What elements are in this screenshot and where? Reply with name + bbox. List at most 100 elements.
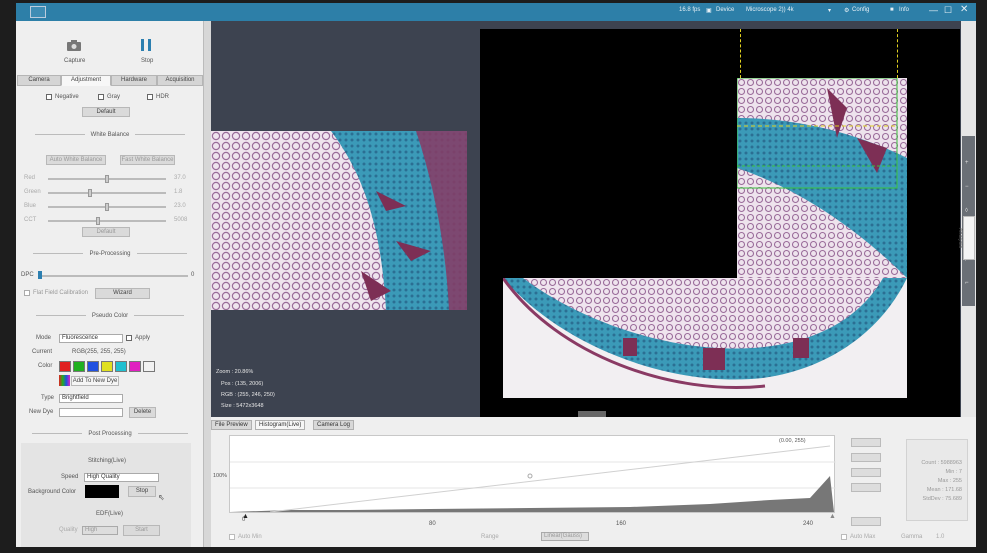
wb-slider-value: 5008 (174, 217, 188, 223)
rgb-readout: RGB : (255, 246, 250) (221, 392, 275, 398)
info-icon[interactable]: ■ (890, 7, 894, 13)
wb-slider-label: Green (24, 189, 41, 195)
range-select[interactable]: Linear(Gauss) (541, 532, 589, 541)
wb-slider-value: 1.8 (174, 189, 183, 195)
type-select[interactable]: Brightfield (59, 394, 123, 403)
fit-icon[interactable]: ◊ (965, 208, 968, 214)
stitch-guide-right (897, 29, 898, 78)
crop-icon[interactable]: ⌐ (965, 280, 969, 286)
tick-80: 80 (429, 521, 436, 527)
tab-file-preview[interactable]: File Preview (211, 420, 252, 430)
color-swatch[interactable] (143, 361, 155, 372)
zoom-readout: Zoom : 20.86% (216, 369, 254, 375)
info-button[interactable]: Info (899, 7, 909, 13)
add-to-new-dye-button[interactable]: Add To New Dye (71, 376, 119, 386)
edf-start-button[interactable]: Start (123, 525, 160, 536)
wb-slider-track[interactable] (48, 220, 166, 222)
pseudo-color-title: Pseudo Color (16, 313, 204, 319)
speed-select[interactable]: High Quality (84, 473, 159, 482)
color-swatch[interactable] (59, 361, 71, 372)
background-color-swatch[interactable] (85, 485, 119, 498)
stitched-tile-lower (503, 278, 907, 398)
negative-checkbox[interactable] (46, 94, 52, 100)
auto-min-checkbox[interactable] (229, 534, 235, 540)
histogram-button-1[interactable] (851, 438, 881, 447)
analysis-strip: + − ◊ ↻ ⊢ ⌐ Analysis (957, 21, 976, 417)
histogram-button-3[interactable] (851, 468, 881, 477)
wizard-button[interactable]: Wizard (95, 288, 150, 299)
stitching-viewer[interactable] (480, 21, 961, 419)
wb-slider-track[interactable] (48, 192, 166, 194)
white-balance-title: White Balance (16, 132, 204, 138)
app-logo-icon (30, 6, 46, 18)
stat-line: Count : 5988963 (921, 460, 962, 466)
tab-hardware[interactable]: Hardware (111, 75, 157, 86)
analysis-tab[interactable]: Analysis (957, 216, 975, 260)
auto-white-balance-button[interactable]: Auto White Balance (46, 155, 106, 165)
minimize-icon[interactable]: — (929, 5, 938, 15)
dpc-slider-handle[interactable] (38, 271, 42, 279)
wb-slider-label: CCT (24, 217, 37, 223)
device-name[interactable]: Microscope 2)) 4k (746, 7, 794, 13)
flat-field-label: Flat Field Calibration (33, 290, 89, 296)
mode-value: Fluorescence (62, 335, 99, 341)
color-swatch[interactable] (101, 361, 113, 372)
tab-histogram[interactable]: Histogram(Live) (255, 420, 306, 430)
tab-adjustment[interactable]: Adjustment (61, 75, 111, 86)
default-button[interactable]: Default (82, 107, 130, 117)
new-dye-select[interactable] (59, 408, 123, 417)
dpc-slider[interactable] (38, 275, 188, 277)
gray-checkbox[interactable] (98, 94, 104, 100)
histogram-button-2[interactable] (851, 453, 881, 462)
preview-viewer[interactable]: Zoom : 20.86% Pos : (135, 2006) RGB : (2… (211, 21, 483, 417)
maximize-icon[interactable]: ☐ (944, 5, 952, 16)
device-icon[interactable]: ▣ (706, 7, 712, 14)
stop-label: Stop (141, 58, 154, 64)
auto-max-checkbox[interactable] (841, 534, 847, 540)
auto-max-label: Auto Max (850, 534, 876, 540)
quality-select[interactable]: High (82, 526, 118, 535)
stat-line: StdDev : 75.689 (922, 496, 962, 502)
config-button[interactable]: Config (852, 7, 869, 13)
wb-slider-handle[interactable] (95, 217, 100, 225)
zoom-in-icon[interactable]: + (965, 160, 969, 166)
color-swatch[interactable] (73, 361, 85, 372)
min-marker-icon[interactable]: ▲ (242, 513, 249, 520)
flat-field-checkbox[interactable] (24, 290, 30, 296)
wb-default-button[interactable]: Default (82, 227, 130, 237)
dpc-label: DPC (21, 272, 34, 278)
wb-slider-handle[interactable] (105, 175, 109, 183)
histogram-plot[interactable]: (0.00, 255) (229, 435, 836, 513)
analysis-label: Analysis (957, 227, 964, 249)
mode-select[interactable]: Fluorescence (59, 334, 123, 343)
tab-camera[interactable]: Camera (17, 75, 61, 86)
histogram-button-4[interactable] (851, 483, 881, 492)
panel-scrollbar[interactable] (204, 21, 211, 547)
close-icon[interactable]: ✕ (960, 4, 968, 15)
color-swatch[interactable] (115, 361, 127, 372)
delete-button[interactable]: Delete (129, 407, 156, 418)
capture-button[interactable]: Capture (61, 37, 87, 67)
histogram-button-5[interactable] (851, 517, 881, 526)
range-label: Range (481, 534, 499, 540)
device-dropdown-icon[interactable]: ▾ (828, 7, 831, 14)
hdr-label: HDR (156, 94, 169, 100)
stop-button[interactable]: Stop (134, 37, 158, 67)
fast-white-balance-button[interactable]: Fast White Balance (120, 155, 175, 165)
range-value: Linear(Gauss) (544, 533, 583, 539)
zoom-out-icon[interactable]: − (965, 184, 969, 190)
wb-slider-handle[interactable] (87, 189, 92, 197)
wb-slider-handle[interactable] (105, 203, 109, 211)
config-icon[interactable]: ⚙ (844, 7, 849, 14)
hdr-checkbox[interactable] (147, 94, 153, 100)
apply-checkbox[interactable] (126, 335, 132, 341)
max-marker-icon[interactable]: ▲ (829, 513, 836, 520)
auto-min-label: Auto Min (238, 534, 262, 540)
device-label[interactable]: Device (716, 7, 734, 13)
color-swatch[interactable] (87, 361, 99, 372)
stitching-title: Stitching(Live) (88, 458, 127, 464)
stitching-stop-button[interactable]: Stop (128, 486, 156, 497)
tab-acquisition[interactable]: Acquisition (157, 75, 203, 86)
color-swatch[interactable] (129, 361, 141, 372)
tab-camera-log[interactable]: Camera Log (313, 420, 355, 430)
